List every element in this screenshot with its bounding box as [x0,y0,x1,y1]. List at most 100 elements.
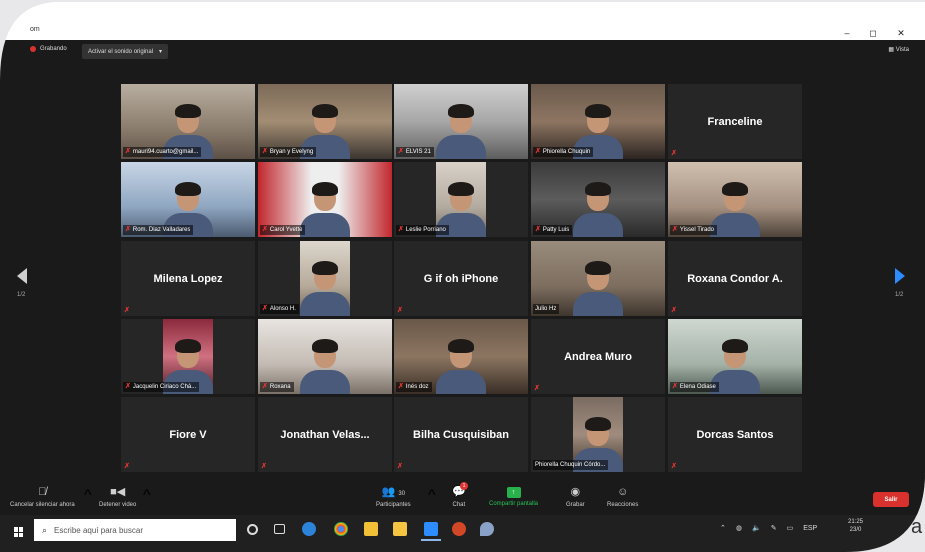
mic-muted-icon: ✗ [671,150,677,157]
participant-tile[interactable]: G if oh iPhone ✗ [394,241,528,316]
stop-video-button[interactable]: ■◀ Detener video [99,485,136,508]
person-silhouette [436,342,486,394]
participant-tile[interactable]: ✗ mauri94.cuarto@gmail... [121,84,255,159]
participant-tile[interactable]: Fiore V ✗ [121,397,255,472]
participant-tile[interactable]: ✗ Leslie Porriano [394,162,528,237]
chat-unread-badge: 1 [460,482,468,490]
participant-tile[interactable]: Julio Hz [531,241,665,316]
participant-tile[interactable]: ✗ Inés doz [394,319,528,394]
reactions-button[interactable]: ☺ Reacciones [607,485,638,508]
participant-video [300,241,350,316]
close-window-button[interactable]: ✕ [894,28,908,38]
person-silhouette [573,185,623,237]
edge-browser-icon[interactable] [302,522,316,536]
participant-tile[interactable]: ✗ Bryan y Evelyng [258,84,392,159]
mic-muted-icon: ✗ [261,463,267,470]
speaker-icon[interactable]: 🔈 [752,524,761,532]
mic-muted-icon: ✗ [262,226,268,233]
participant-tile[interactable]: ✗ Roxana [258,319,392,394]
participant-display-name: Roxana Condor A. [687,272,783,285]
participant-tile[interactable]: Andrea Muro ✗ [531,319,665,394]
participant-tile[interactable]: ✗ Patty Luis [531,162,665,237]
chevron-down-icon: ▾ [159,49,163,55]
minimize-button[interactable]: – [840,28,854,38]
participant-name: Bryan y Evelyng [269,149,314,155]
participant-tile[interactable]: ✗ Phiorella Chuquin [531,84,665,159]
participants-icon: 👥 [381,486,396,498]
zoom-meeting-window: Grabando Activar el sonido original ▾ ▦ … [0,40,925,515]
participant-tile[interactable]: ✗ ELVIS 21 [394,84,528,159]
mic-muted-icon: ✗ [534,385,540,392]
chrome-browser-icon[interactable] [334,522,348,536]
participant-tile[interactable]: ✗ Rom. Diaz Valladares [121,162,255,237]
participants-options-caret[interactable]: ^ [428,487,436,505]
participant-tile[interactable]: Jonathan Velas... ✗ [258,397,392,472]
pen-icon[interactable]: ✎ [771,524,777,532]
participant-tile[interactable]: Bilha Cusquisiban ✗ [394,397,528,472]
file-explorer-icon[interactable] [393,522,407,536]
reactions-label: Reacciones [607,502,639,508]
original-sound-button[interactable]: Activar el sonido original ▾ [82,44,168,59]
leave-meeting-button[interactable]: Salir [873,492,909,507]
participant-name-bar: Phiorella Chuquin Córdo... [533,460,608,470]
shield-app-icon[interactable] [480,522,494,536]
clock-time: 21:25 [848,519,864,525]
participant-tile[interactable]: ✗ Elena Odiase [668,319,802,394]
keyboard-icon[interactable]: ▭ [787,524,794,532]
participant-display-name: Milena Lopez [153,272,223,285]
grid-view-icon: ▦ [888,47,895,53]
participant-name-bar: ✗ Bryan y Evelyng [260,147,316,157]
participant-tile[interactable]: Milena Lopez ✗ [121,241,255,316]
mic-muted-icon: ✗ [535,226,541,233]
mic-muted-icon: ✗ [125,226,131,233]
mic-muted-icon: ✗ [672,226,678,233]
windows-start-icon[interactable] [14,527,24,537]
chevron-up-icon[interactable]: ⌃ [720,524,726,532]
participant-tile[interactable]: Dorcas Santos ✗ [668,397,802,472]
participant-name-bar: ✗ Yissel Tirado [670,225,717,235]
chat-button[interactable]: 💬 1 Chat [452,485,466,508]
participant-name-bar: ✗ Elena Odiase [670,382,719,392]
mic-muted-icon: ✗ [672,383,678,390]
language-indicator[interactable]: ESP [803,525,817,532]
participant-name-bar: Julio Hz [533,304,559,314]
zoom-app-icon[interactable] [424,522,438,536]
cortana-icon[interactable] [247,524,258,535]
video-options-caret[interactable]: ^ [143,487,151,505]
mic-muted-icon: ✗ [398,226,404,233]
maximize-button[interactable]: ◻ [866,28,880,38]
page-indicator-left: 1/2 [17,292,26,298]
participant-name-bar: ✗ Phiorella Chuquin [533,147,593,157]
unmute-button[interactable]: 🎙̸ Cancelar silenciar ahora [10,485,75,508]
share-screen-button[interactable]: ↑ Compartir pantalla [489,485,538,507]
participant-name-bar: ✗ mauri94.cuarto@gmail... [123,147,201,157]
mic-muted-icon: ✗ [262,148,268,155]
mic-muted-icon: ✗ [671,307,677,314]
record-button[interactable]: ◉ Grabar [566,485,585,508]
participant-name-bar: ✗ Leslie Porriano [396,225,449,235]
view-button[interactable]: ▦ Vista [888,46,909,53]
audio-options-caret[interactable]: ^ [84,487,92,505]
participant-tile[interactable]: Franceline ✗ [668,84,802,159]
store-icon[interactable] [364,522,378,536]
participants-icon-group: 👥 30 [382,485,405,499]
participant-tile[interactable]: Phiorella Chuquin Córdo... [531,397,665,472]
next-page-arrow-icon[interactable] [895,268,905,284]
network-icon[interactable]: ◍ [736,524,742,532]
participant-tile[interactable]: Roxana Condor A. ✗ [668,241,802,316]
taskbar-clock[interactable]: 21:25 23/0 [848,518,863,534]
record-dot-icon [30,46,36,52]
participant-tile[interactable]: ✗ Alonso H. [258,241,392,316]
participant-tile[interactable]: ✗ Jacquelin Ciriaco Chá... [121,319,255,394]
participant-name: Elena Odiase [679,384,716,390]
powerpoint-icon[interactable] [452,522,466,536]
participant-name: Patty Luis [542,227,570,233]
system-tray: ⌃ ◍ 🔈 ✎ ▭ ESP [720,524,817,532]
taskbar-search-box[interactable]: ⌕ Escribe aquí para buscar [34,519,236,541]
mic-muted-icon: ✗ [125,383,131,390]
participant-tile[interactable]: ✗ Yissel Tirado [668,162,802,237]
task-view-icon[interactable] [274,524,285,534]
participants-button[interactable]: 👥 30 Participantes [376,485,411,508]
previous-page-arrow-icon[interactable] [17,268,27,284]
participant-tile[interactable]: ✗ Carol Yvette [258,162,392,237]
